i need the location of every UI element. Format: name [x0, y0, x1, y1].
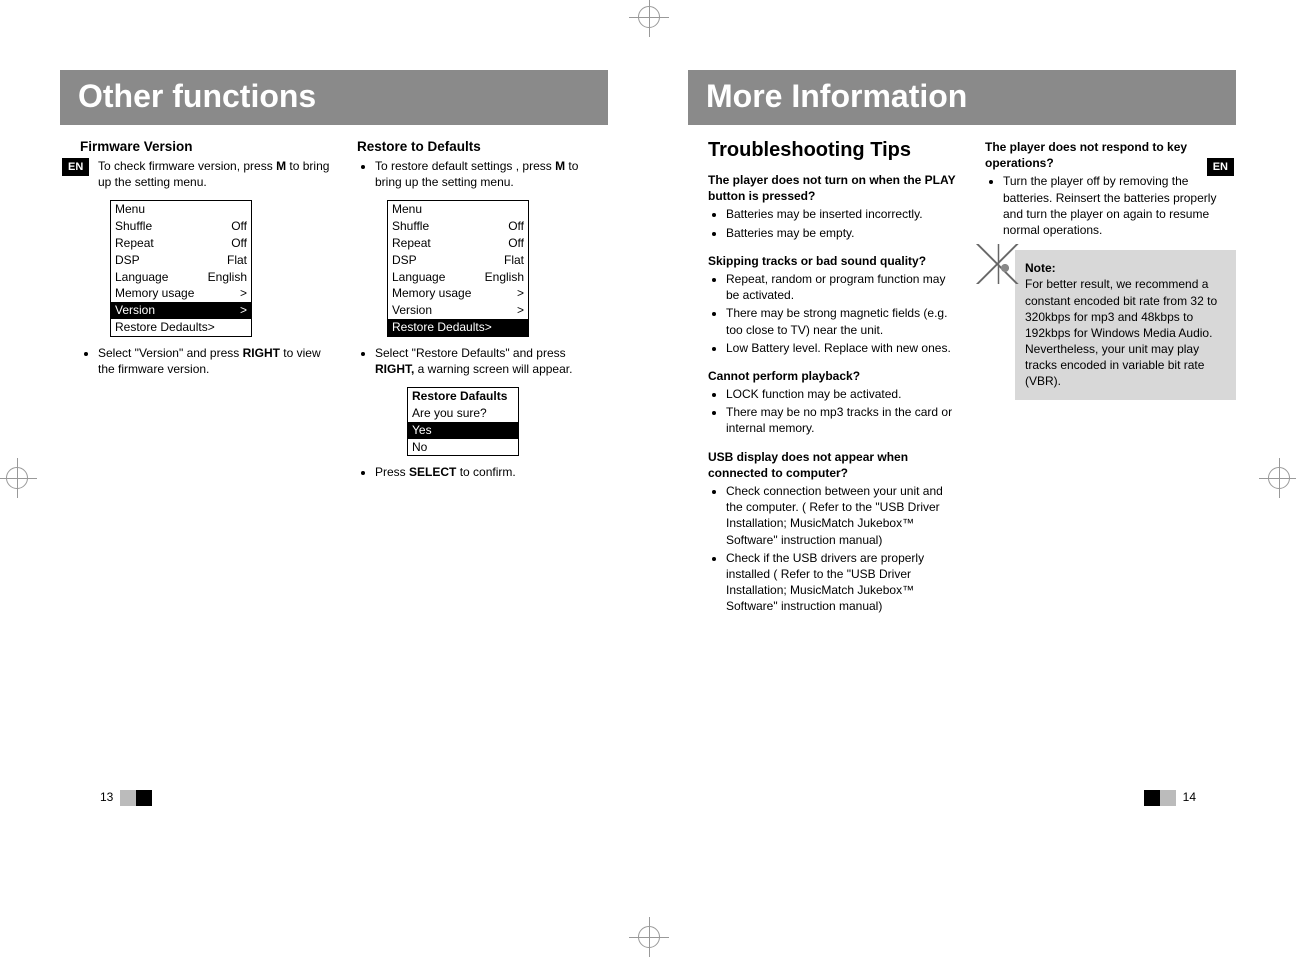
header-more-info: More Information	[688, 70, 1236, 125]
note-body2: Nevertheless, your unit may play tracks …	[1025, 341, 1226, 390]
menu-restore: MenuShuffleOffRepeatOffDSPFlatLanguageEn…	[387, 200, 529, 336]
col-troubleshoot2: The player does not respond to key opera…	[985, 139, 1236, 627]
restore-step2: Select "Restore Defaults" and press RIGH…	[375, 345, 608, 377]
page-number-right: 14	[1183, 790, 1196, 804]
firmware-step2: Select "Version" and press RIGHT to view…	[98, 345, 331, 377]
lang-tab-left: EN	[62, 158, 89, 176]
col-restore: Restore to Defaults To restore default s…	[357, 139, 608, 491]
col-firmware: Firmware Version To check firmware versi…	[60, 139, 331, 491]
confirm-yes: Yes	[408, 422, 518, 439]
deco-right	[1160, 790, 1176, 806]
col-troubleshoot: Troubleshooting Tips The player does not…	[688, 139, 959, 627]
note-body1: For better result, we recommend a consta…	[1025, 276, 1226, 341]
confirm-title: Restore Dafaults	[412, 389, 507, 403]
title-troubleshoot: Troubleshooting Tips	[708, 139, 959, 162]
restore-step1: To restore default settings , press M to…	[375, 158, 608, 190]
lang-tab-right: EN	[1207, 158, 1234, 176]
firmware-step1: To check firmware version, press M to br…	[98, 158, 331, 190]
confirm-no: No	[408, 439, 518, 456]
deco-left	[120, 790, 136, 806]
note-title: Note:	[1025, 261, 1056, 275]
restore-step3: Press SELECT to confirm.	[375, 464, 608, 480]
title-firmware: Firmware Version	[80, 139, 331, 154]
troubleshoot-list: The player does not turn on when the PLA…	[708, 172, 959, 615]
page-right: EN More Information Troubleshooting Tips…	[648, 0, 1296, 954]
note-box: Note: For better result, we recommend a …	[1015, 250, 1236, 400]
confirm-box: Restore Dafaults Are you sure? Yes No	[407, 387, 519, 456]
page-number-left: 13	[100, 790, 113, 804]
confirm-prompt: Are you sure?	[408, 405, 518, 422]
menu-firmware: MenuShuffleOffRepeatOffDSPFlatLanguageEn…	[110, 200, 252, 336]
header-other-functions: Other functions	[60, 70, 608, 125]
troubleshoot-list2: The player does not respond to key opera…	[985, 139, 1236, 238]
page-left: EN Other functions Firmware Version To c…	[0, 0, 648, 954]
title-restore: Restore to Defaults	[357, 139, 608, 154]
